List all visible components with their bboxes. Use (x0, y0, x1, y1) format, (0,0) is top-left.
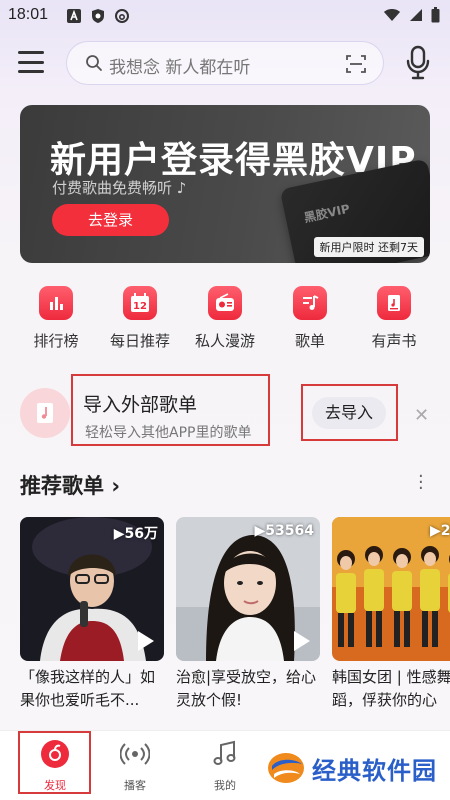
calendar-icon: 12 (123, 286, 157, 320)
import-thumbnail (20, 388, 70, 438)
playlist-cover: ▶56万 (20, 517, 164, 661)
banner-subtitle-text: 付费歌曲免费畅听 (52, 179, 173, 197)
playlist-icon (293, 286, 327, 320)
podcast-icon (119, 743, 151, 765)
quick-nav-item-playlist[interactable]: 歌单 (270, 286, 350, 351)
playlist-cards: ▶56万 「像我这样的人」如果你也爱听毛不... ▶53564 治愈|享受放空，… (20, 517, 450, 717)
tab-label: 发现 (44, 779, 66, 792)
quick-nav-item-audiobook[interactable]: 有声书 (354, 286, 434, 351)
play-count: ▶56万 (113, 526, 158, 542)
more-options-icon[interactable]: · · · (418, 468, 424, 498)
watermark-logo-icon (268, 753, 304, 783)
quick-nav-label: 私人漫游 (194, 332, 255, 350)
promo-banner[interactable]: 新用户登录得黑胶VIP 付费歌曲免费畅听 ♪ 去登录 黑胶VIP 新用户限时 还… (20, 105, 430, 263)
playlist-cover: ▶53564 (176, 517, 320, 661)
watermark-text: 经典软件园 (312, 756, 437, 785)
import-title: 导入外部歌单 (83, 394, 198, 416)
app-a-icon (67, 9, 81, 23)
battery-icon (431, 7, 440, 23)
close-icon[interactable]: ✕ (414, 405, 429, 426)
chart-bars-icon (39, 286, 73, 320)
section-title[interactable]: 推荐歌单 › (20, 470, 120, 500)
import-button[interactable]: 去导入 (312, 397, 386, 429)
quick-nav-label: 有声书 (371, 332, 417, 350)
play-count: ▶249 (430, 523, 450, 539)
chevron-right-icon: › (111, 474, 120, 498)
netease-logo-icon (41, 740, 69, 768)
import-playlist-row: 导入外部歌单 轻松导入其他APP里的歌单 去导入 ✕ (0, 372, 450, 446)
search-input[interactable]: 我想念 新人都在听 (66, 41, 384, 85)
signal-icon (410, 9, 422, 21)
status-time: 18:01 (8, 6, 49, 23)
quick-nav-item-radio[interactable]: 私人漫游 (185, 286, 265, 351)
quick-nav-label: 每日推荐 (109, 332, 170, 350)
quick-nav-label: 排行榜 (33, 332, 79, 350)
play-count: ▶53564 (254, 523, 314, 539)
music-file-icon (37, 403, 53, 423)
book-icon (377, 286, 411, 320)
quick-nav: 排行榜 12 每日推荐 私人漫游 歌单 有声书 (0, 286, 450, 356)
shield-icon (92, 9, 104, 23)
import-info-box[interactable]: 导入外部歌单 轻松导入其他APP里的歌单 (71, 374, 270, 446)
search-icon (86, 55, 102, 71)
playlist-title: 「像我这样的人」如果你也爱听毛不... (20, 668, 156, 709)
playlist-title: 韩国女团 | 性感舞蹈，俘获你的心 (332, 668, 450, 709)
scan-icon[interactable] (345, 53, 367, 75)
quick-nav-label: 歌单 (294, 332, 325, 350)
playlist-card[interactable]: ▶249 韩国女团 | 性感舞蹈，俘获你的心 (332, 517, 450, 712)
play-icon[interactable] (294, 631, 310, 651)
login-button[interactable]: 去登录 (52, 204, 169, 236)
menu-bar (18, 70, 44, 73)
section-title-text: 推荐歌单 (20, 474, 104, 498)
playlist-card[interactable]: ▶53564 治愈|享受放空，给心灵放个假! (176, 517, 320, 712)
watermark: 经典软件园 (266, 750, 437, 786)
menu-bar (18, 51, 44, 54)
status-bar: 18:01 (0, 0, 450, 32)
playlist-title: 治愈|享受放空，给心灵放个假! (176, 668, 317, 709)
quick-nav-item-daily[interactable]: 12 每日推荐 (100, 286, 180, 351)
import-subtitle: 轻松导入其他APP里的歌单 (85, 425, 252, 441)
music-note-icon: ♪ (176, 179, 187, 197)
play-icon[interactable] (138, 631, 154, 651)
menu-button[interactable] (16, 48, 46, 76)
playlist-cover: ▶249 (332, 517, 450, 661)
wifi-icon (384, 9, 400, 21)
import-button-highlight: 去导入 (301, 384, 398, 441)
search-placeholder: 我想念 新人都在听 (109, 58, 251, 78)
banner-subtitle: 付费歌曲免费畅听 ♪ (52, 177, 186, 198)
netease-music-icon (115, 9, 129, 23)
svg-text:12: 12 (133, 301, 147, 312)
tab-mine[interactable]: 我的 (190, 739, 260, 793)
tab-label: 播客 (124, 779, 146, 792)
vip-card-text: 黑胶VIP (302, 201, 352, 226)
quick-nav-item-chart[interactable]: 排行榜 (16, 286, 96, 351)
menu-bar (18, 60, 44, 64)
tab-label: 我的 (214, 779, 236, 792)
playlist-card[interactable]: ▶56万 「像我这样的人」如果你也爱听毛不... (20, 517, 164, 712)
tab-discover[interactable]: 发现 (20, 739, 90, 793)
tab-podcast[interactable]: 播客 (100, 739, 170, 793)
banner-tag: 新用户限时 还剩7天 (313, 237, 424, 257)
music-note-icon (213, 740, 236, 765)
radio-icon (208, 286, 242, 320)
microphone-icon[interactable] (404, 45, 432, 81)
